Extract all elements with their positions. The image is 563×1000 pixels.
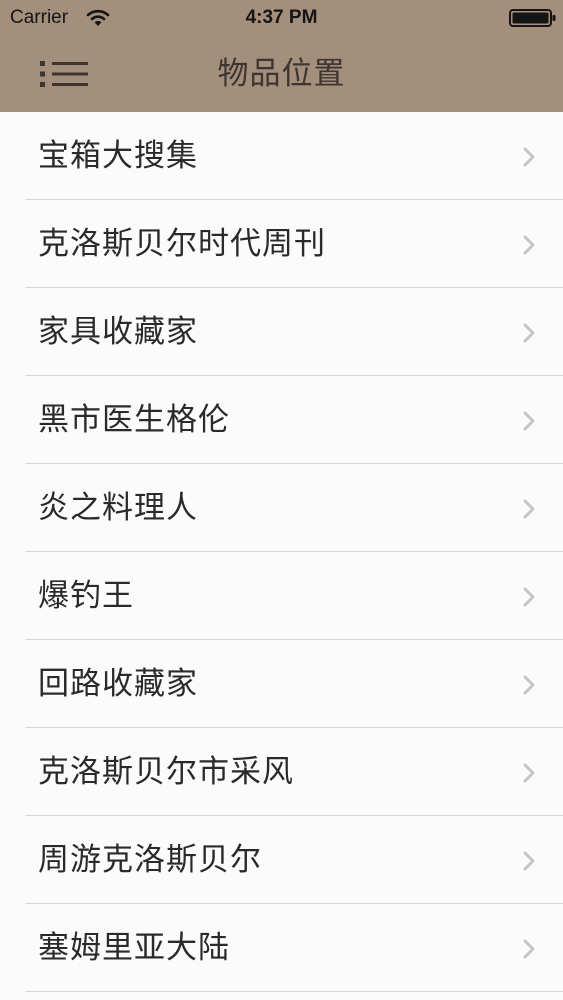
- list-item-label: 爆钓王: [38, 578, 134, 614]
- list-item-label: 炎之料理人: [38, 490, 198, 526]
- battery-icon: [509, 9, 556, 27]
- location-list: 宝箱大搜集 克洛斯贝尔时代周刊 家具收藏家 黑市医生格伦 炎之料理人 爆钓王 回…: [0, 112, 563, 1000]
- status-bar: Carrier 4:37 PM: [0, 0, 563, 36]
- list-item[interactable]: 宝箱大搜集: [0, 112, 563, 200]
- list-item[interactable]: 回路收藏家: [0, 640, 563, 728]
- list-item-label: 克洛斯贝尔时代周刊: [38, 226, 326, 262]
- list-item[interactable]: 周游克洛斯贝尔: [0, 816, 563, 904]
- hamburger-list-icon: [40, 61, 88, 87]
- chevron-right-icon: [523, 939, 535, 959]
- list-item[interactable]: 炎之料理人: [0, 464, 563, 552]
- list-item[interactable]: 家具收藏家: [0, 288, 563, 376]
- list-item[interactable]: 克洛斯贝尔市采风: [0, 728, 563, 816]
- list-item-label: 回路收藏家: [38, 666, 198, 702]
- list-item-label: 黑市医生格伦: [38, 402, 230, 438]
- header: Carrier 4:37 PM 物品位置: [0, 0, 563, 112]
- list-item[interactable]: 塞姆里亚大陆: [0, 904, 563, 992]
- list-item-label: 家具收藏家: [38, 314, 198, 350]
- chevron-right-icon: [523, 235, 535, 255]
- chevron-right-icon: [523, 323, 535, 343]
- chevron-right-icon: [523, 499, 535, 519]
- list-item[interactable]: 克洛斯贝尔时代周刊: [0, 200, 563, 288]
- list-item-label: 周游克洛斯贝尔: [38, 842, 262, 878]
- list-item-label: 宝箱大搜集: [38, 138, 198, 174]
- navigation-bar: 物品位置: [0, 36, 563, 112]
- chevron-right-icon: [523, 675, 535, 695]
- chevron-right-icon: [523, 851, 535, 871]
- chevron-right-icon: [523, 763, 535, 783]
- list-item-label: 塞姆里亚大陆: [38, 930, 230, 966]
- list-item[interactable]: 爆钓王: [0, 552, 563, 640]
- list-item-label: 克洛斯贝尔市采风: [38, 754, 294, 790]
- chevron-right-icon: [523, 587, 535, 607]
- list-item[interactable]: 黑市医生格伦: [0, 376, 563, 464]
- chevron-right-icon: [523, 411, 535, 431]
- menu-button[interactable]: [30, 52, 98, 96]
- chevron-right-icon: [523, 147, 535, 167]
- status-time: 4:37 PM: [245, 7, 318, 28]
